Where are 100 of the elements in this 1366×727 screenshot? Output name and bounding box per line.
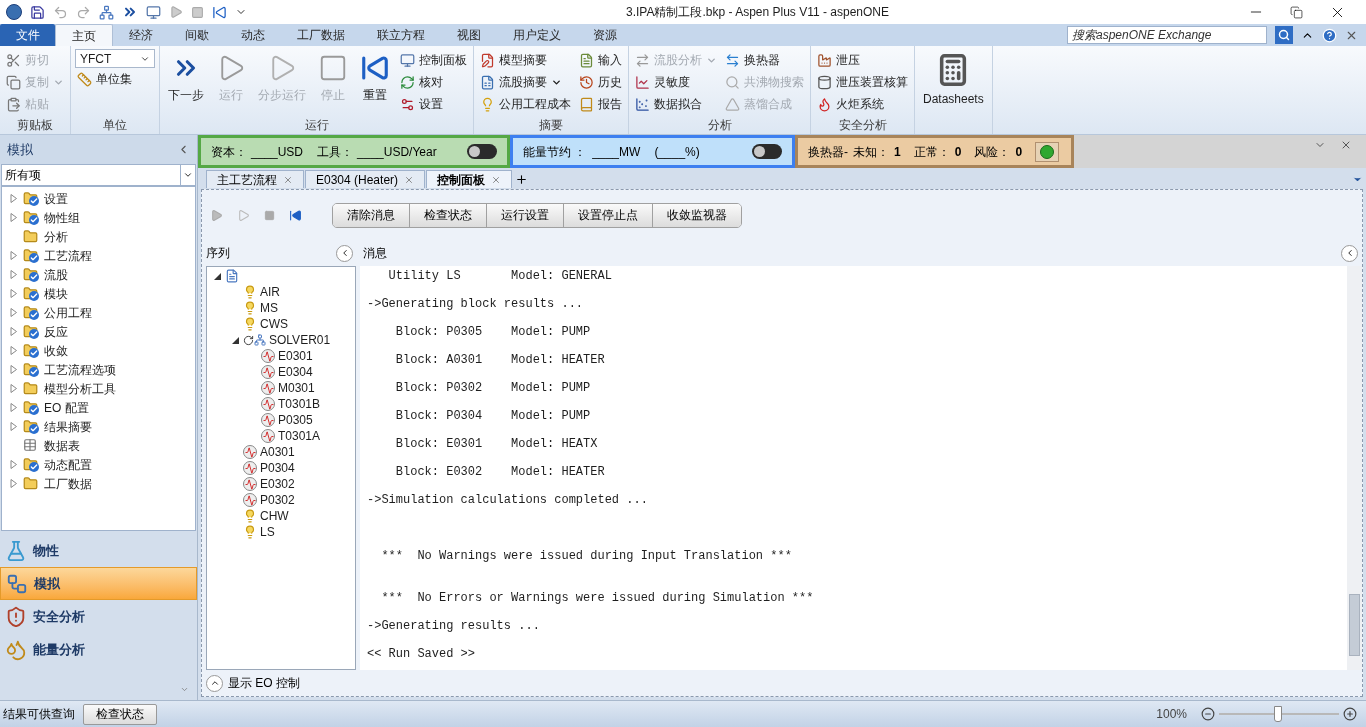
ribbon-button[interactable]: 输入 xyxy=(577,49,624,71)
tree-item[interactable]: 模型分析工具 xyxy=(44,379,116,398)
sequence-item[interactable]: CWS xyxy=(260,315,288,333)
check-status-button[interactable]: 检查状态 xyxy=(83,703,157,725)
run-icon[interactable] xyxy=(210,208,223,222)
toggle-switch[interactable] xyxy=(467,144,497,159)
ribbon-tab[interactable]: 用户定义 xyxy=(497,24,577,46)
stop-icon[interactable] xyxy=(191,5,204,19)
play-icon[interactable] xyxy=(169,5,183,19)
help-icon[interactable] xyxy=(1322,27,1337,43)
toolbar-button[interactable]: 设置停止点 xyxy=(564,203,653,227)
tree-item[interactable]: 动态配置 xyxy=(44,455,92,474)
expand-triangle-icon[interactable] xyxy=(10,194,17,203)
ribbon-button[interactable]: 重置 xyxy=(356,49,394,115)
expand-triangle-icon[interactable] xyxy=(10,422,17,431)
tree-item[interactable]: 工艺流程 xyxy=(44,246,92,265)
ribbon-tab[interactable]: 经济 xyxy=(113,24,169,46)
sequence-item[interactable]: AIR xyxy=(260,283,280,301)
ribbon-tab[interactable]: 资源 xyxy=(577,24,633,46)
close-tab-icon[interactable] xyxy=(404,174,415,185)
ribbon-button[interactable]: Datasheets xyxy=(919,49,988,115)
sequence-item[interactable]: T0301A xyxy=(278,427,321,445)
document-tab[interactable]: 控制面板 xyxy=(426,170,513,188)
tree-item[interactable]: 模块 xyxy=(44,284,68,303)
collapse-button[interactable] xyxy=(1341,244,1358,262)
expand-triangle-icon[interactable] xyxy=(10,213,17,222)
expand-triangle-icon[interactable] xyxy=(10,365,17,374)
ribbon-tab[interactable]: 工厂数据 xyxy=(281,24,361,46)
close-tab-icon[interactable] xyxy=(283,174,293,185)
toolbar-button[interactable]: 运行设置 xyxy=(487,203,564,227)
ribbon-button[interactable]: 泄压装置核算 xyxy=(815,71,910,93)
tree-item[interactable]: EO 配置 xyxy=(44,398,89,417)
skip-back-icon[interactable] xyxy=(212,4,227,20)
nav-button[interactable]: 物性 xyxy=(0,534,197,567)
sequence-item[interactable]: P0305 xyxy=(278,411,313,429)
nav-button[interactable]: 模拟 xyxy=(0,567,197,600)
eo-control-toggle[interactable]: 显示 EO 控制 xyxy=(228,674,300,692)
expand-triangle-icon[interactable] xyxy=(10,346,17,355)
sequence-item[interactable]: T0301B xyxy=(278,395,321,413)
filter-dropdown[interactable]: 所有项 xyxy=(1,164,196,186)
redo-icon[interactable] xyxy=(76,4,91,20)
ribbon-button[interactable]: 控制面板 xyxy=(398,49,469,71)
sequence-item[interactable]: E0304 xyxy=(278,363,313,381)
tree-item[interactable]: 数据表 xyxy=(44,436,80,455)
undo-icon[interactable] xyxy=(53,4,68,20)
zoom-slider[interactable] xyxy=(1219,706,1339,722)
expanded-triangle-icon[interactable] xyxy=(213,272,221,280)
ribbon-button[interactable]: 数据拟合 xyxy=(633,93,719,115)
toolbar-button[interactable]: 清除消息 xyxy=(333,203,410,227)
expand-triangle-icon[interactable] xyxy=(10,327,17,336)
expand-triangle-icon[interactable] xyxy=(10,308,17,317)
expand-button[interactable] xyxy=(206,674,223,692)
expand-triangle-icon[interactable] xyxy=(10,384,17,393)
close-tab-icon[interactable] xyxy=(491,174,502,185)
tree-item[interactable]: 分析 xyxy=(44,227,68,246)
network-icon[interactable] xyxy=(99,4,114,20)
sequence-item[interactable]: P0304 xyxy=(260,459,295,477)
ribbon-button[interactable]: 单位集 xyxy=(75,68,155,90)
status-indicator-icon[interactable] xyxy=(1035,141,1060,162)
search-field[interactable]: 搜索aspenONE Exchange xyxy=(1067,26,1267,44)
expand-triangle-icon[interactable] xyxy=(10,289,17,298)
tree-item[interactable]: 工厂数据 xyxy=(44,474,92,493)
reset-icon[interactable] xyxy=(289,208,302,222)
ribbon-button[interactable]: 灵敏度 xyxy=(633,71,719,93)
scrollbar[interactable] xyxy=(1347,266,1362,670)
sequence-item[interactable]: P0302 xyxy=(260,491,295,509)
ribbon-button[interactable]: 历史 xyxy=(577,71,624,93)
ribbon-button[interactable]: 下一步 xyxy=(164,49,208,115)
toolbar-button[interactable]: 检查状态 xyxy=(410,203,487,227)
zoom-out-icon[interactable] xyxy=(1201,707,1215,721)
step-icon[interactable] xyxy=(237,208,250,222)
ribbon-button[interactable]: 设置 xyxy=(398,93,469,115)
ribbon-button[interactable]: 公用工程成本 xyxy=(478,93,573,115)
monitor-icon[interactable] xyxy=(146,4,161,20)
expand-triangle-icon[interactable] xyxy=(10,251,17,260)
ribbon-tab[interactable]: 视图 xyxy=(441,24,497,46)
tree-item[interactable]: 物性组 xyxy=(44,208,80,227)
nav-button[interactable]: 安全分析 xyxy=(0,600,197,633)
tree-item[interactable]: 公用工程 xyxy=(44,303,92,322)
ribbon-button[interactable]: 火炬系统 xyxy=(815,93,910,115)
nav-button[interactable]: 能量分析 xyxy=(0,633,197,666)
sequence-item[interactable]: A0301 xyxy=(260,443,295,461)
ribbon-tab[interactable]: 联立方程 xyxy=(361,24,441,46)
toggle-switch[interactable] xyxy=(752,144,782,159)
ribbon-tab[interactable]: 间歇 xyxy=(169,24,225,46)
sequence-item[interactable]: E0302 xyxy=(260,475,295,493)
ribbon-button[interactable]: 流股摘要 xyxy=(478,71,573,93)
tree-item[interactable]: 流股 xyxy=(44,265,68,284)
expand-triangle-icon[interactable] xyxy=(10,403,17,412)
units-dropdown[interactable]: YFCT xyxy=(75,49,155,68)
new-tab-icon[interactable] xyxy=(515,173,529,186)
toolbar-button[interactable]: 收敛监视器 xyxy=(653,203,741,227)
tree-item[interactable]: 设置 xyxy=(44,189,68,208)
ribbon-button[interactable]: 模型摘要 xyxy=(478,49,573,71)
expand-triangle-icon[interactable] xyxy=(10,460,17,469)
tree-item[interactable]: 反应 xyxy=(44,322,68,341)
search-button[interactable] xyxy=(1275,26,1293,44)
collapse-button[interactable] xyxy=(336,244,353,262)
tree-item[interactable]: 结果摘要 xyxy=(44,417,92,436)
ribbon-tab[interactable]: 文件 xyxy=(0,24,55,46)
